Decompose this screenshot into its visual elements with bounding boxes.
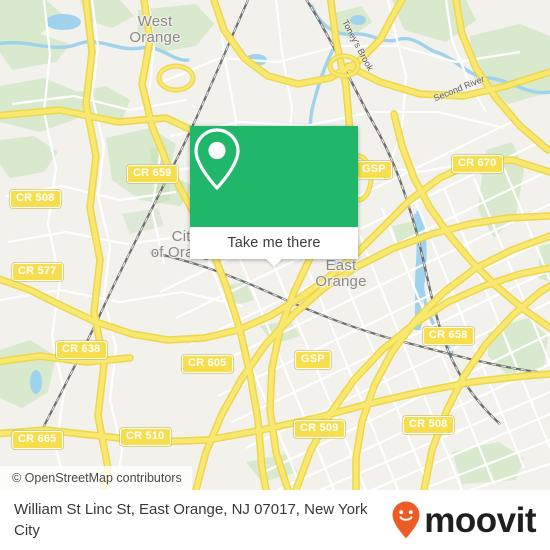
map-canvas[interactable]: West Orange City of Orange East Orange T… — [0, 0, 550, 490]
map-pin-icon — [194, 128, 240, 190]
road-shield-cr-510[interactable]: CR 510 — [120, 428, 171, 446]
moovit-logo[interactable]: moovit — [391, 500, 536, 540]
popup-tail — [265, 258, 283, 267]
road-shield-cr-605[interactable]: CR 605 — [182, 355, 233, 373]
popup-image-area — [190, 126, 358, 227]
road-shield-cr-659[interactable]: CR 659 — [127, 165, 178, 183]
road-shield-cr-509[interactable]: CR 509 — [294, 420, 345, 438]
moovit-wordmark: moovit — [424, 500, 536, 540]
take-me-there-label: Take me there — [227, 235, 321, 251]
moovit-pin-smile-icon — [392, 501, 420, 539]
road-shield-cr-658[interactable]: CR 658 — [423, 327, 474, 345]
road-shield-gsp-north[interactable]: GSP — [356, 161, 392, 179]
osm-attribution-label: © OpenStreetMap contributors — [12, 471, 182, 485]
road-shield-cr-508-west[interactable]: CR 508 — [10, 190, 61, 208]
road-shield-cr-577[interactable]: CR 577 — [12, 263, 63, 281]
road-shield-cr-665[interactable]: CR 665 — [12, 431, 63, 449]
take-me-there-button[interactable]: Take me there — [190, 227, 358, 259]
take-me-there-popup[interactable]: Take me there — [190, 126, 358, 267]
map-screenshot: West Orange City of Orange East Orange T… — [0, 0, 550, 550]
footer-bar: William St Linc St, East Orange, NJ 0701… — [0, 490, 550, 550]
road-shield-cr-508-east[interactable]: CR 508 — [403, 416, 454, 434]
road-shield-gsp-south[interactable]: GSP — [295, 351, 331, 369]
road-shield-cr-638[interactable]: CR 638 — [56, 341, 107, 359]
road-shield-cr-670[interactable]: CR 670 — [452, 155, 503, 173]
address-text: William St Linc St, East Orange, NJ 0701… — [14, 501, 368, 539]
osm-attribution[interactable]: © OpenStreetMap contributors — [0, 466, 192, 490]
